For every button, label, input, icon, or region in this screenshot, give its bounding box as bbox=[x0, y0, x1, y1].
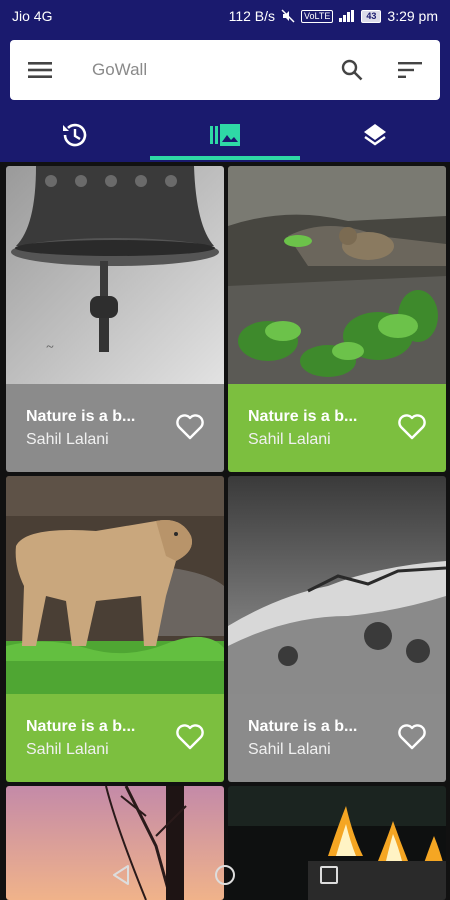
wallpaper-footer: Nature is a b... Sahil Lalani bbox=[228, 384, 446, 472]
volte-badge: VoLTE bbox=[301, 9, 334, 23]
wallpaper-grid: ~ Nature is a b... Sahil Lalani Nature i… bbox=[0, 162, 450, 900]
wallpaper-footer: Nature is a b... Sahil Lalani bbox=[6, 694, 224, 782]
app-title: GoWall bbox=[92, 60, 148, 79]
home-icon[interactable] bbox=[213, 863, 237, 887]
search-bar[interactable]: GoWall bbox=[10, 40, 440, 100]
history-icon bbox=[61, 121, 89, 154]
wallpaper-footer: Nature is a b... Sahil Lalani bbox=[6, 384, 224, 472]
tab-bar bbox=[0, 114, 450, 160]
wallpaper-card[interactable]: ~ Nature is a b... Sahil Lalani bbox=[6, 166, 224, 472]
gallery-icon bbox=[210, 123, 240, 151]
signal-icon bbox=[339, 10, 355, 22]
wallpaper-card[interactable]: Nature is a b... Sahil Lalani bbox=[228, 476, 446, 782]
heart-icon[interactable] bbox=[398, 414, 426, 440]
mute-icon bbox=[281, 9, 295, 23]
wallpaper-card[interactable]: Nature is a b... Sahil Lalani bbox=[228, 166, 446, 472]
tab-layers[interactable] bbox=[300, 114, 450, 160]
tab-gallery[interactable] bbox=[150, 114, 300, 160]
wallpaper-image-bell[interactable]: ~ bbox=[6, 166, 224, 384]
recents-icon[interactable] bbox=[317, 863, 341, 887]
heart-icon[interactable] bbox=[176, 724, 204, 750]
wallpaper-card[interactable]: Nature is a b... Sahil Lalani bbox=[6, 476, 224, 782]
heart-icon[interactable] bbox=[398, 724, 426, 750]
wallpaper-image-squirrel[interactable] bbox=[228, 166, 446, 384]
tab-history[interactable] bbox=[0, 114, 150, 160]
search-icon[interactable] bbox=[338, 56, 366, 84]
wallpaper-image-snow-mountain[interactable] bbox=[228, 476, 446, 694]
network-speed: 112 B/s bbox=[228, 8, 276, 24]
menu-icon[interactable] bbox=[26, 56, 54, 84]
heart-icon[interactable] bbox=[176, 414, 204, 440]
status-icons: 112 B/s VoLTE 43 3:29 pm bbox=[229, 8, 438, 24]
carrier-label: Jio 4G bbox=[12, 8, 53, 24]
wallpaper-footer: Nature is a b... Sahil Lalani bbox=[228, 694, 446, 782]
clock: 3:29 pm bbox=[387, 8, 438, 24]
layers-icon bbox=[362, 122, 388, 153]
battery-indicator: 43 bbox=[361, 9, 382, 23]
wallpaper-image-lioness[interactable] bbox=[6, 476, 224, 694]
svg-text:~: ~ bbox=[46, 340, 54, 355]
sort-icon[interactable] bbox=[396, 56, 424, 84]
app-bar: GoWall bbox=[0, 32, 450, 162]
status-bar: Jio 4G 112 B/s VoLTE 43 3:29 pm bbox=[0, 0, 450, 32]
back-icon[interactable] bbox=[109, 863, 133, 887]
navigation-bar bbox=[0, 850, 450, 900]
